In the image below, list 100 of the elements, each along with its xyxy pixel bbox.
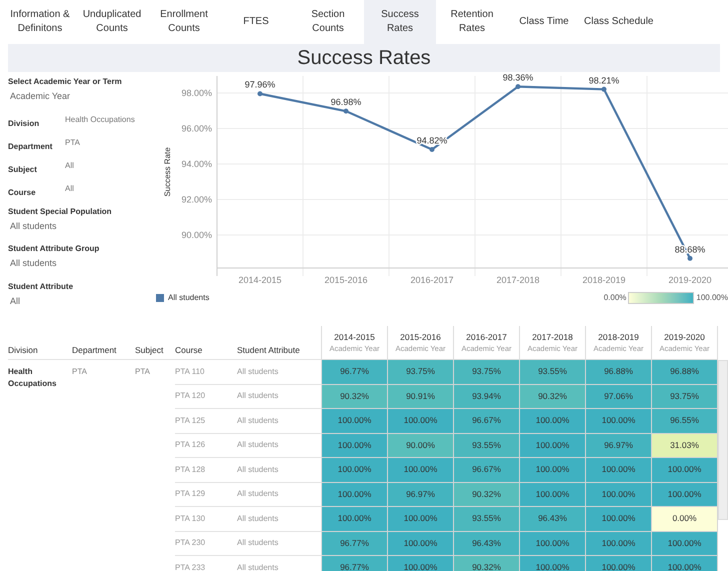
table-cell: 100.00%	[520, 532, 586, 556]
table-cell: 93.55%	[520, 360, 586, 384]
data-point	[258, 91, 262, 96]
filter-label: Course	[8, 186, 37, 198]
axis-title: Success Rate	[163, 147, 172, 197]
filter-value[interactable]: All	[65, 160, 74, 172]
table-cell: PTA	[72, 367, 87, 376]
filter-value[interactable]: PTA	[65, 136, 80, 148]
axis-tick-label: 92.00%	[181, 194, 212, 204]
tab[interactable]: Retention Rates	[436, 0, 508, 44]
filter-value[interactable]: All students	[8, 257, 160, 270]
table-cell: 93.55%	[454, 434, 520, 458]
table-cell: 100.00%	[322, 482, 388, 507]
table-cell-text: PTA 110	[175, 366, 206, 378]
scrollbar[interactable]	[718, 360, 728, 520]
data-label: 98.21%	[588, 75, 620, 86]
table-cell: All students	[237, 512, 278, 525]
table-cell: 100.00%	[586, 507, 652, 532]
tab[interactable]: Class Schedule	[580, 0, 658, 44]
tab[interactable]: Enrollment Counts	[148, 0, 220, 44]
column-header: Student Attribute	[237, 344, 301, 358]
table-cell: All students	[237, 366, 278, 378]
table-cell: 100.00%	[520, 458, 586, 482]
axis-tick-label: 2018-2019	[582, 275, 626, 285]
tab[interactable]: Information & Definitons	[4, 0, 76, 44]
column-header: Subject	[135, 344, 164, 358]
legend-min: 0.00%	[604, 292, 626, 304]
table-cell: All students	[237, 464, 278, 476]
column-header: 2014-2015	[334, 330, 375, 344]
filter-label: Department	[8, 140, 54, 152]
table-cell: 100.00%	[586, 482, 652, 507]
table-cell: 96.77%	[322, 556, 388, 571]
table-cell: 100.00%	[322, 458, 388, 482]
table-cell: 96.97%	[586, 434, 652, 458]
table-cell-text: PTA 233	[175, 562, 206, 571]
data-point	[430, 146, 434, 152]
filter-label: Subject	[8, 164, 38, 176]
axis-tick-label: 90.00%	[181, 230, 212, 240]
table-cell: 93.94%	[454, 384, 520, 409]
column-header: Course	[175, 344, 204, 358]
table-cell: 100.00%	[652, 482, 718, 507]
table-cell: 97.06%	[586, 384, 652, 409]
column-header: 2018-2019	[598, 330, 639, 344]
table-cell: 100.00%	[388, 409, 454, 434]
table-cell: Health Occupations	[8, 367, 56, 388]
axis-tick-label: 2014-2015	[238, 275, 282, 285]
filter-value[interactable]: All students	[8, 220, 160, 233]
column-header: Department	[72, 344, 118, 358]
table-cell: 100.00%	[652, 458, 718, 482]
filter-label: Student Attribute Group	[8, 243, 100, 255]
table-cell: 96.97%	[388, 482, 454, 507]
axis-tick-label: 2019-2020	[668, 275, 712, 285]
column-header: Division	[8, 344, 39, 358]
table-cell: 100.00%	[520, 434, 586, 458]
table-cell: All students	[237, 439, 278, 452]
table-cell: 93.55%	[454, 507, 520, 532]
column-header: 2017-2018	[532, 330, 573, 344]
table-cell-text: PTA 120	[175, 390, 206, 402]
table-cell: 96.67%	[454, 458, 520, 482]
data-point	[344, 108, 348, 114]
filter-value[interactable]: All	[65, 182, 74, 194]
data-point	[516, 84, 520, 90]
table-cell: All students	[237, 414, 278, 427]
tab[interactable]: Unduplicated Counts	[76, 0, 148, 44]
axis-tick-label: 98.00%	[181, 88, 212, 98]
filter-value[interactable]: Academic Year	[8, 90, 160, 104]
tab[interactable]: Success Rates	[364, 0, 436, 44]
table-cell: 100.00%	[586, 458, 652, 482]
column-header: 2016-2017	[466, 330, 507, 344]
table-cell: 100.00%	[586, 556, 652, 571]
axis-tick-label: 2017-2018	[496, 275, 540, 285]
color-scale	[628, 292, 694, 304]
axis-tick-label: 94.00%	[181, 159, 212, 170]
axis-tick-label: 96.00%	[181, 124, 212, 134]
filter-label: Student Attribute	[8, 280, 74, 292]
table-cell: 100.00%	[652, 532, 718, 556]
filter-value[interactable]: All	[8, 294, 160, 308]
table-cell: 96.67%	[454, 409, 520, 434]
table-cell: All students	[237, 390, 278, 402]
filter-value[interactable]: Health Occupations	[65, 114, 135, 126]
table-cell: 93.75%	[454, 360, 520, 384]
table-cell: 100.00%	[388, 458, 454, 482]
tab[interactable]: Class Time	[508, 0, 580, 44]
table-cell-text: PTA 130	[175, 512, 206, 525]
table-cell: 90.32%	[454, 556, 520, 571]
filter-label: Student Special Population	[8, 206, 113, 218]
table-cell: 90.32%	[454, 482, 520, 507]
filter-label: Division	[8, 118, 40, 130]
table-cell: 96.77%	[322, 360, 388, 384]
table-cell: 90.32%	[322, 384, 388, 409]
table-cell: 100.00%	[322, 409, 388, 434]
tab[interactable]: Section Counts	[292, 0, 364, 44]
table-cell: 100.00%	[586, 409, 652, 434]
table-cell: 90.00%	[388, 434, 454, 458]
table-cell: 96.88%	[586, 360, 652, 384]
title-bar: Success Rates	[8, 44, 720, 72]
table-cell: 100.00%	[652, 556, 718, 571]
table-cell: 96.77%	[322, 532, 388, 556]
tab[interactable]: FTES	[220, 0, 292, 44]
column-header: 2019-2020	[664, 330, 705, 344]
